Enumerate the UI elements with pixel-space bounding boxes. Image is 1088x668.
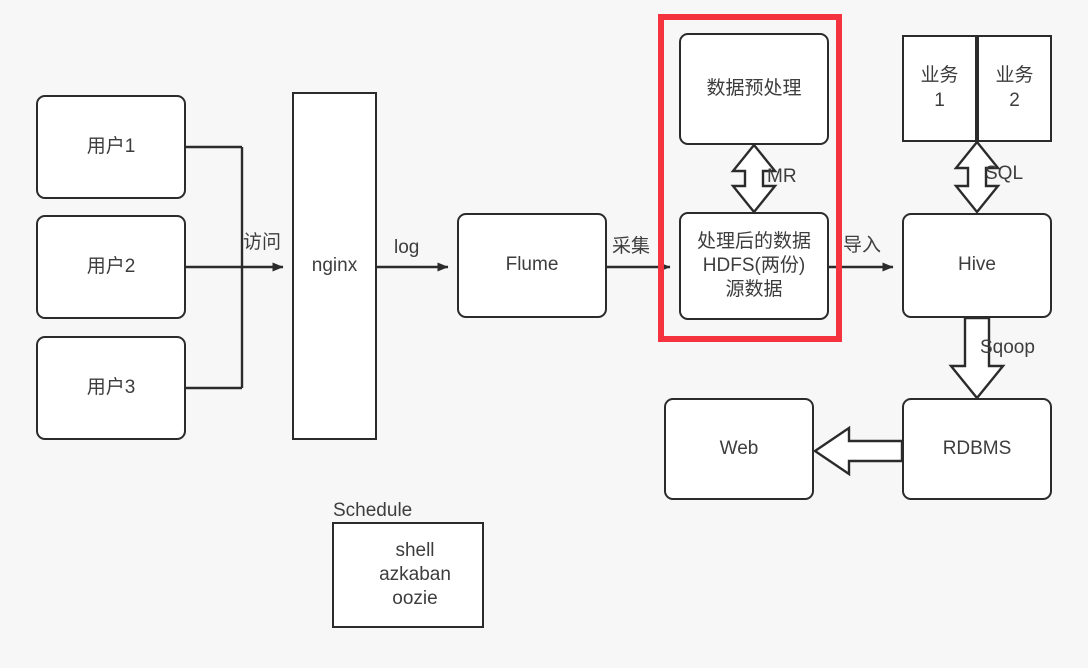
diagram-canvas: 用户1 用户2 用户3 nginx Flume 数据预处理 处理后的数据 HDF… bbox=[0, 0, 1088, 668]
edge-label-import: 导入 bbox=[843, 235, 882, 256]
node-nginx[interactable]: nginx bbox=[292, 92, 377, 440]
node-business-2[interactable]: 业务 2 bbox=[977, 35, 1052, 142]
node-hdfs-storage[interactable]: 处理后的数据 HDFS(两份) 源数据 bbox=[679, 212, 829, 320]
edge-users-to-nginx bbox=[186, 145, 284, 390]
node-hive[interactable]: Hive bbox=[902, 213, 1052, 318]
node-web[interactable]: Web bbox=[664, 398, 814, 500]
edge-rdbms-to-web-arrow bbox=[812, 425, 904, 477]
schedule-title: Schedule bbox=[333, 500, 413, 521]
edge-label-log: log bbox=[394, 237, 420, 258]
edge-label-mr: MR bbox=[767, 166, 797, 187]
node-user3[interactable]: 用户3 bbox=[36, 336, 186, 440]
edge-label-visit: 访问 bbox=[243, 232, 282, 253]
node-business-1[interactable]: 业务 1 bbox=[902, 35, 977, 142]
node-rdbms[interactable]: RDBMS bbox=[902, 398, 1052, 500]
edge-label-sqoop: Sqoop bbox=[980, 337, 1035, 358]
edge-label-sql: SQL bbox=[985, 163, 1024, 184]
edge-label-collect: 采集 bbox=[612, 236, 651, 257]
node-schedule-tools[interactable]: shell azkaban oozie bbox=[332, 522, 484, 628]
node-user2[interactable]: 用户2 bbox=[36, 215, 186, 319]
node-data-preprocessing[interactable]: 数据预处理 bbox=[679, 33, 829, 145]
node-user1[interactable]: 用户1 bbox=[36, 95, 186, 199]
node-flume[interactable]: Flume bbox=[457, 213, 607, 318]
